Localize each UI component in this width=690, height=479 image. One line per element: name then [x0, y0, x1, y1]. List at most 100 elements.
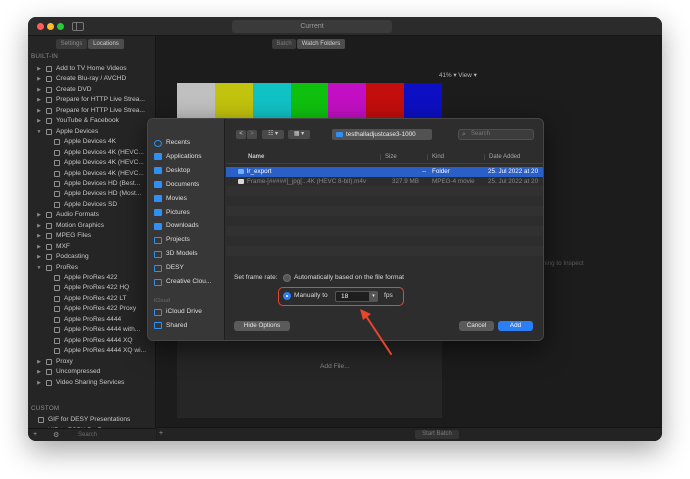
sidebar-item-label: Recents	[166, 139, 191, 146]
cancel-button[interactable]: Cancel	[459, 321, 494, 331]
file-row[interactable]: Frame-[#####]_jpg[...4K (HEVC 8-bit).m4v…	[226, 177, 543, 187]
forward-button[interactable]: >	[247, 130, 257, 139]
path-popup[interactable]: testhalladjustcase3-1000	[332, 129, 432, 140]
file-date-added: 25. Jul 2022 at 20	[488, 168, 539, 175]
disclosure-triangle-icon[interactable]: ▶	[35, 242, 43, 252]
disclosure-triangle-icon[interactable]: ▶	[35, 106, 43, 116]
disclosure-triangle-icon[interactable]: ▶	[35, 367, 43, 377]
zoom-control[interactable]: 41% ▾ View ▾	[439, 72, 477, 79]
preset-label: Apple Devices	[56, 127, 99, 135]
auto-frame-rate-radio[interactable]	[283, 274, 291, 282]
manual-frame-rate-label[interactable]: Manually to	[294, 292, 328, 299]
disclosure-triangle-icon[interactable]: ▶	[35, 357, 43, 367]
manual-frame-rate-radio[interactable]	[283, 292, 291, 300]
disclosure-triangle-icon[interactable]: ▶	[35, 85, 43, 95]
preset-icon	[46, 86, 52, 93]
preset-label: MPEG Files	[56, 232, 92, 240]
clock-icon	[154, 139, 162, 147]
disclosure-triangle-icon[interactable]: ▶	[35, 64, 43, 74]
preset-search-field[interactable]: Search	[78, 431, 152, 440]
grid-view-button[interactable]: ▦ ▾	[288, 130, 310, 139]
zoom-window-button[interactable]	[57, 23, 64, 30]
open-file-dialog: Recents Applications Desktop Documents Movie…	[147, 118, 544, 341]
preset-icon	[54, 348, 60, 355]
sidebar-item-downloads[interactable]: Downloads	[154, 220, 199, 232]
window-title[interactable]: Current	[232, 20, 392, 33]
preset-icon	[54, 327, 60, 334]
tab-watch-folders[interactable]: Watch Folders	[297, 39, 345, 49]
column-name[interactable]: Name	[248, 154, 264, 160]
hide-options-button[interactable]: Hide Options	[234, 321, 290, 331]
preset-icon	[54, 316, 60, 323]
pictures-icon	[154, 209, 162, 216]
add-batch-button[interactable]: +	[159, 430, 163, 437]
sidebar-item-applications[interactable]: Applications	[154, 151, 202, 163]
shared-icon	[154, 322, 162, 329]
downloads-icon	[154, 222, 162, 230]
locations-tab[interactable]: Locations	[88, 39, 124, 49]
sidebar-item-shared[interactable]: Shared	[154, 320, 187, 332]
disclosure-triangle-icon[interactable]: ▶	[35, 74, 43, 84]
add-file-link[interactable]: Add File...	[320, 363, 350, 370]
add-button[interactable]: Add	[498, 321, 533, 331]
file-row[interactable]: lr_export -- Folder 25. Jul 2022 at 20	[226, 167, 543, 177]
current-folder-name: testhalladjustcase3-1000	[346, 131, 416, 138]
view-menu[interactable]: View	[458, 72, 472, 79]
sidebar-item-movies[interactable]: Movies	[154, 193, 187, 205]
disclosure-triangle-icon[interactable]: ▼	[35, 127, 43, 137]
minimize-window-button[interactable]	[47, 23, 54, 30]
auto-frame-rate-label[interactable]: Automatically based on the file format	[294, 274, 404, 281]
gear-icon[interactable]: ⚙	[53, 431, 59, 439]
fps-dropdown-button[interactable]: ▾	[369, 291, 378, 302]
list-view-button[interactable]: ☷ ▾	[262, 130, 284, 139]
disclosure-triangle-icon[interactable]: ▶	[35, 231, 43, 241]
preset-icon	[54, 160, 60, 167]
disclosure-triangle-icon[interactable]: ▶	[35, 378, 43, 388]
preset-icon	[46, 76, 52, 83]
sidebar-item-label: Movies	[166, 194, 187, 202]
custom-section-header: CUSTOM	[31, 405, 60, 412]
sidebar-item-icloud-drive[interactable]: iCloud Drive	[154, 306, 202, 318]
sidebar-item-pictures[interactable]: Pictures	[154, 207, 190, 219]
sidebar-item-desktop[interactable]: Desktop	[154, 165, 190, 177]
sidebar-item-3d-models[interactable]: 3D Models	[154, 248, 198, 260]
preset-label: Apple Devices 4K (HEVC...	[64, 159, 144, 167]
preset-label: Apple ProRes 422 Proxy	[64, 305, 137, 313]
sidebar-item-desy[interactable]: DESY	[154, 262, 184, 274]
sidebar-item-projects[interactable]: Projects	[154, 234, 190, 246]
disclosure-triangle-icon[interactable]: ▶	[35, 116, 43, 126]
sidebar-item-creative-clou-[interactable]: Creative Clou...	[154, 276, 211, 288]
start-batch-button[interactable]: Start Batch	[415, 430, 459, 439]
settings-tab[interactable]: Settings	[56, 39, 87, 49]
preset-icon	[46, 243, 52, 250]
disclosure-triangle-icon[interactable]: ▶	[35, 252, 43, 262]
preset-label: Apple Devices 4K (HEVC...	[64, 148, 144, 156]
column-kind[interactable]: Kind	[427, 154, 444, 160]
file-name: lr_export	[247, 168, 272, 175]
preset-label: Apple Devices 4K (HEVC...	[64, 169, 144, 177]
add-preset-button[interactable]: +	[33, 431, 37, 438]
batch-bottom-bar: + Start Batch	[157, 427, 662, 441]
dialog-search-field[interactable]: Search	[458, 129, 534, 140]
back-button[interactable]: <	[236, 130, 246, 139]
sidebar-item-label: 3D Models	[166, 250, 198, 258]
file-date-added: 25. Jul 2022 at 20	[488, 178, 539, 185]
preset-icon	[46, 358, 52, 365]
disclosure-triangle-icon[interactable]: ▶	[35, 221, 43, 231]
builtin-section-header: BUILT-IN	[31, 53, 59, 60]
column-size[interactable]: Size	[380, 154, 397, 160]
sidebar-item-recents[interactable]: Recents	[154, 137, 190, 149]
preset-icon	[54, 170, 60, 177]
disclosure-triangle-icon[interactable]: ▶	[35, 95, 43, 105]
sidebar-item-documents[interactable]: Documents	[154, 179, 199, 191]
sidebar-toggle-icon[interactable]	[72, 22, 84, 31]
close-window-button[interactable]	[37, 23, 44, 30]
preset-label: Prepare for HTTP Live Strea...	[56, 106, 145, 114]
disclosure-triangle-icon[interactable]: ▶	[35, 210, 43, 220]
disclosure-triangle-icon[interactable]: ▼	[35, 263, 43, 273]
preset-label: Audio Formats	[56, 211, 99, 219]
preset-icon	[54, 191, 60, 198]
column-date-added[interactable]: Date Added	[484, 154, 520, 160]
tab-batch[interactable]: Batch	[272, 39, 296, 49]
sidebar-item-label: Documents	[166, 180, 200, 188]
